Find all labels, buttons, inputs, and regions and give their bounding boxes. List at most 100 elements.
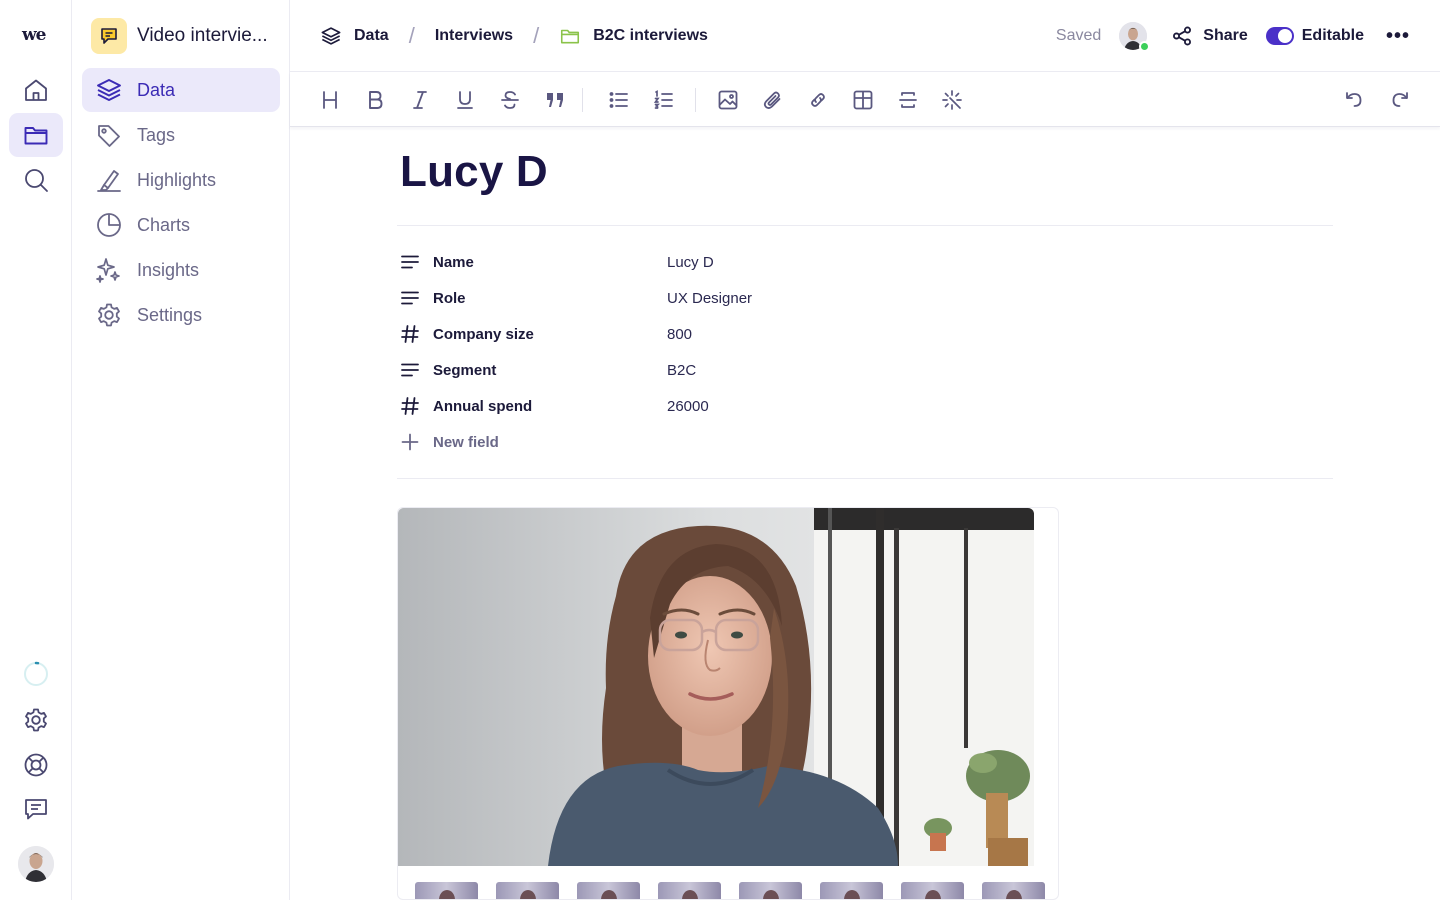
strikethrough-button[interactable] xyxy=(495,85,525,115)
sidebar-item-charts[interactable]: Charts xyxy=(82,203,280,247)
project-switcher[interactable]: Video intervie... xyxy=(91,18,268,54)
spinner-icon xyxy=(24,661,48,686)
pie-chart-icon xyxy=(97,213,121,237)
home-icon xyxy=(25,79,47,101)
text-icon xyxy=(400,252,420,272)
sparkles-icon xyxy=(96,258,120,283)
sidebar-item-data[interactable]: Data xyxy=(82,68,280,112)
breadcrumb-label: Data xyxy=(354,27,389,44)
sidebar-item-tags[interactable]: Tags xyxy=(82,113,280,157)
user-avatar[interactable] xyxy=(18,846,54,882)
breadcrumb-interviews[interactable]: Interviews xyxy=(435,27,513,45)
field-row-company-size[interactable]: Company size 800 xyxy=(400,320,1000,348)
text-icon xyxy=(400,360,420,380)
editable-label: Editable xyxy=(1301,27,1364,44)
breadcrumb-b2c-interviews[interactable]: B2C interviews xyxy=(559,25,708,47)
share-button[interactable]: Share xyxy=(1171,25,1248,47)
field-value[interactable]: UX Designer xyxy=(667,290,752,307)
strikethrough-icon xyxy=(501,91,519,109)
breadcrumb-label: Interviews xyxy=(434,27,514,44)
page-title[interactable]: Lucy D xyxy=(400,147,548,197)
editor-toolbar xyxy=(290,72,1440,127)
help-button[interactable] xyxy=(9,743,63,787)
new-field-button[interactable]: New field xyxy=(400,428,499,456)
field-row-role[interactable]: Role UX Designer xyxy=(400,284,1000,312)
numbered-list-button[interactable] xyxy=(649,85,679,115)
video-thumbnail[interactable] xyxy=(739,882,802,899)
save-status: Saved xyxy=(1055,27,1102,44)
table-icon xyxy=(853,90,873,110)
italic-button[interactable] xyxy=(405,85,435,115)
magic-button[interactable] xyxy=(937,85,967,115)
link-icon xyxy=(811,93,825,107)
field-name: Segment xyxy=(433,361,497,379)
breadcrumb-separator: / xyxy=(408,23,415,48)
bold-icon xyxy=(369,91,383,109)
sidebar-item-label: Data xyxy=(137,79,176,100)
sidebar-item-highlights[interactable]: Highlights xyxy=(82,158,280,202)
undo-button[interactable] xyxy=(1339,85,1369,115)
bullet-list-button[interactable] xyxy=(604,85,634,115)
field-value[interactable]: 800 xyxy=(667,326,692,343)
field-name: Name xyxy=(433,253,474,271)
sidebar: Video intervie... Data Tags Highlights C… xyxy=(73,0,290,900)
video-thumbnail[interactable] xyxy=(658,882,721,899)
attachment-button[interactable] xyxy=(758,85,788,115)
search-button[interactable] xyxy=(9,158,63,202)
video-thumbnail[interactable] xyxy=(496,882,559,899)
field-row-name[interactable]: Name Lucy D xyxy=(400,248,1000,276)
loading-indicator xyxy=(9,652,63,696)
image-button[interactable] xyxy=(713,85,743,115)
underline-button[interactable] xyxy=(450,85,480,115)
video-frame[interactable] xyxy=(398,508,1034,866)
video-thumbnail-strip xyxy=(415,882,1045,899)
data-folder-button[interactable] xyxy=(9,113,63,157)
numbered-list-icon xyxy=(653,90,673,109)
feedback-button[interactable] xyxy=(9,787,63,831)
field-value[interactable]: 26000 xyxy=(667,398,709,415)
field-row-segment[interactable]: Segment B2C xyxy=(400,356,1000,384)
gear-icon xyxy=(25,708,47,732)
field-value[interactable]: Lucy D xyxy=(667,254,714,271)
collaborator-avatar[interactable] xyxy=(1119,22,1151,52)
chat-icon xyxy=(25,799,47,820)
home-button[interactable] xyxy=(9,68,63,112)
hash-icon xyxy=(400,324,420,344)
app-rail: we xyxy=(0,0,72,900)
video-player[interactable] xyxy=(397,507,1059,900)
link-button[interactable] xyxy=(803,85,833,115)
paperclip-icon xyxy=(763,91,781,109)
breadcrumb-data[interactable]: Data xyxy=(320,25,389,47)
editable-toggle[interactable] xyxy=(1265,27,1294,45)
heading-button[interactable] xyxy=(315,85,345,115)
toolbar-divider xyxy=(695,88,696,112)
app-logo[interactable]: we xyxy=(22,25,46,45)
sidebar-item-insights[interactable]: Insights xyxy=(82,248,280,292)
sidebar-item-settings[interactable]: Settings xyxy=(82,293,280,337)
italic-icon xyxy=(413,91,427,109)
field-value[interactable]: B2C xyxy=(667,362,696,379)
field-row-annual-spend[interactable]: Annual spend 26000 xyxy=(400,392,1000,420)
bullet-list-icon xyxy=(609,92,628,108)
text-icon xyxy=(400,288,420,308)
breadcrumb: Data / Interviews / B2C interviews xyxy=(320,22,708,50)
video-thumbnail[interactable] xyxy=(820,882,883,899)
table-button[interactable] xyxy=(848,85,878,115)
divider-button[interactable] xyxy=(893,85,923,115)
highlighter-icon xyxy=(97,170,121,192)
video-thumbnail[interactable] xyxy=(982,882,1045,899)
more-options-icon[interactable]: ••• xyxy=(1386,26,1410,46)
online-status-dot xyxy=(1139,41,1151,52)
folder-icon xyxy=(561,29,580,44)
video-thumbnail[interactable] xyxy=(577,882,640,899)
header-actions: Saved Share Editable ••• xyxy=(1056,20,1410,52)
divider xyxy=(397,478,1333,479)
settings-button[interactable] xyxy=(9,698,63,742)
video-thumbnail[interactable] xyxy=(901,882,964,899)
bold-button[interactable] xyxy=(360,85,390,115)
video-thumbnail[interactable] xyxy=(415,882,478,899)
redo-icon xyxy=(1392,92,1408,107)
interview-video-image xyxy=(398,508,1034,866)
quote-button[interactable] xyxy=(540,85,570,115)
redo-button[interactable] xyxy=(1385,85,1415,115)
